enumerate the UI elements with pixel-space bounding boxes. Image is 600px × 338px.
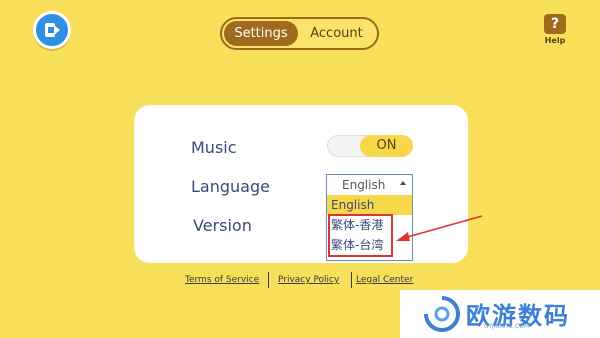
- privacy-policy-link[interactable]: Privacy Policy: [278, 275, 339, 285]
- music-label: Music: [191, 138, 237, 157]
- footer-divider: [268, 272, 269, 288]
- annotation-highlight-box: [328, 214, 393, 257]
- terms-of-service-link[interactable]: Terms of Service: [185, 275, 259, 285]
- language-option-english[interactable]: English: [327, 195, 412, 215]
- annotation-arrow-icon: [396, 215, 483, 241]
- music-toggle-state: ON: [360, 135, 413, 157]
- music-toggle[interactable]: ON: [327, 135, 413, 157]
- exit-icon: [45, 23, 60, 37]
- caret-up-icon: [400, 181, 406, 185]
- legal-center-link[interactable]: Legal Center: [356, 275, 413, 285]
- language-label: Language: [191, 177, 270, 196]
- exit-button[interactable]: [33, 11, 71, 49]
- help-label: Help: [544, 36, 566, 45]
- watermark-url: OYJK0572.COM: [484, 323, 530, 330]
- version-label: Version: [193, 216, 252, 235]
- help-icon: ?: [544, 14, 566, 34]
- tab-account[interactable]: Account: [298, 21, 375, 46]
- watermark-logo-icon: [424, 296, 460, 332]
- footer-divider: [351, 272, 352, 288]
- language-select-value[interactable]: English: [327, 175, 412, 195]
- watermark: 欧游数码 OYJK0572.COM: [400, 290, 600, 338]
- settings-account-tabs: Settings Account: [220, 17, 379, 50]
- tab-settings[interactable]: Settings: [224, 21, 298, 46]
- help-button[interactable]: ? Help: [542, 14, 568, 45]
